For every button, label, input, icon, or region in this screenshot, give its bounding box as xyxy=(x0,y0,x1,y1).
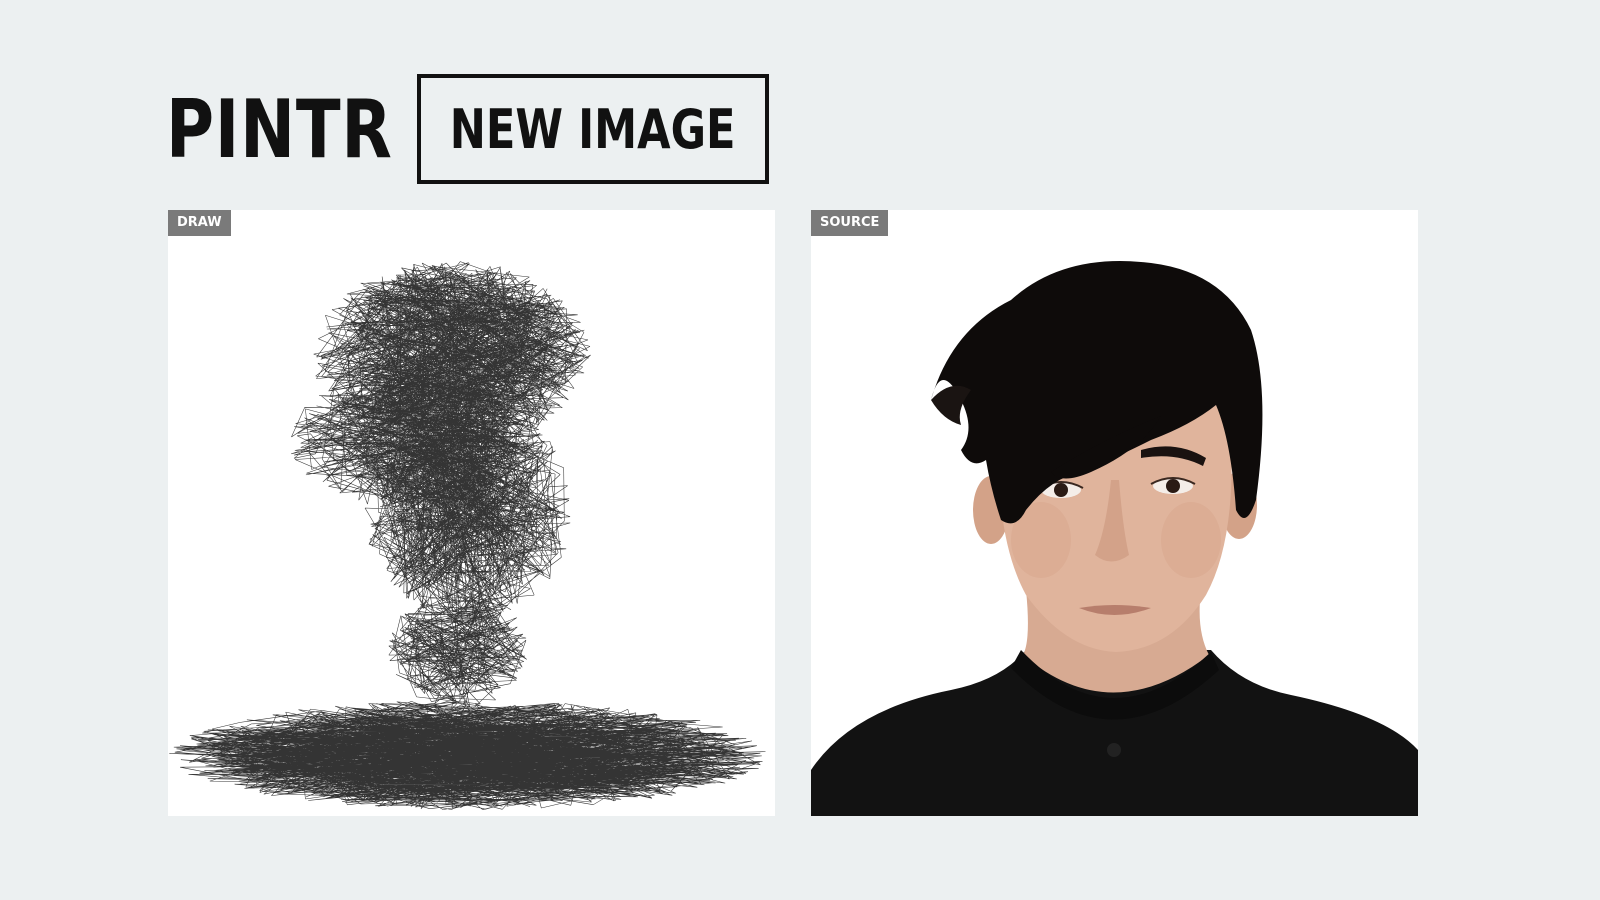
scribble-lines xyxy=(169,261,766,810)
line-drawing-canvas xyxy=(169,261,766,810)
source-panel-tag: SOURCE xyxy=(811,210,889,236)
draw-panel: DRAW xyxy=(168,210,775,816)
pintr-app: PINTR NEW IMAGE DRAW SOURCE xyxy=(0,0,1600,900)
draw-panel-tag: DRAW xyxy=(168,210,231,236)
new-image-button-label: NEW IMAGE xyxy=(450,97,736,161)
app-logo: PINTR xyxy=(166,83,393,176)
source-panel: SOURCE xyxy=(811,210,1418,816)
source-portrait-image xyxy=(811,210,1418,816)
new-image-button[interactable]: NEW IMAGE xyxy=(417,74,769,184)
